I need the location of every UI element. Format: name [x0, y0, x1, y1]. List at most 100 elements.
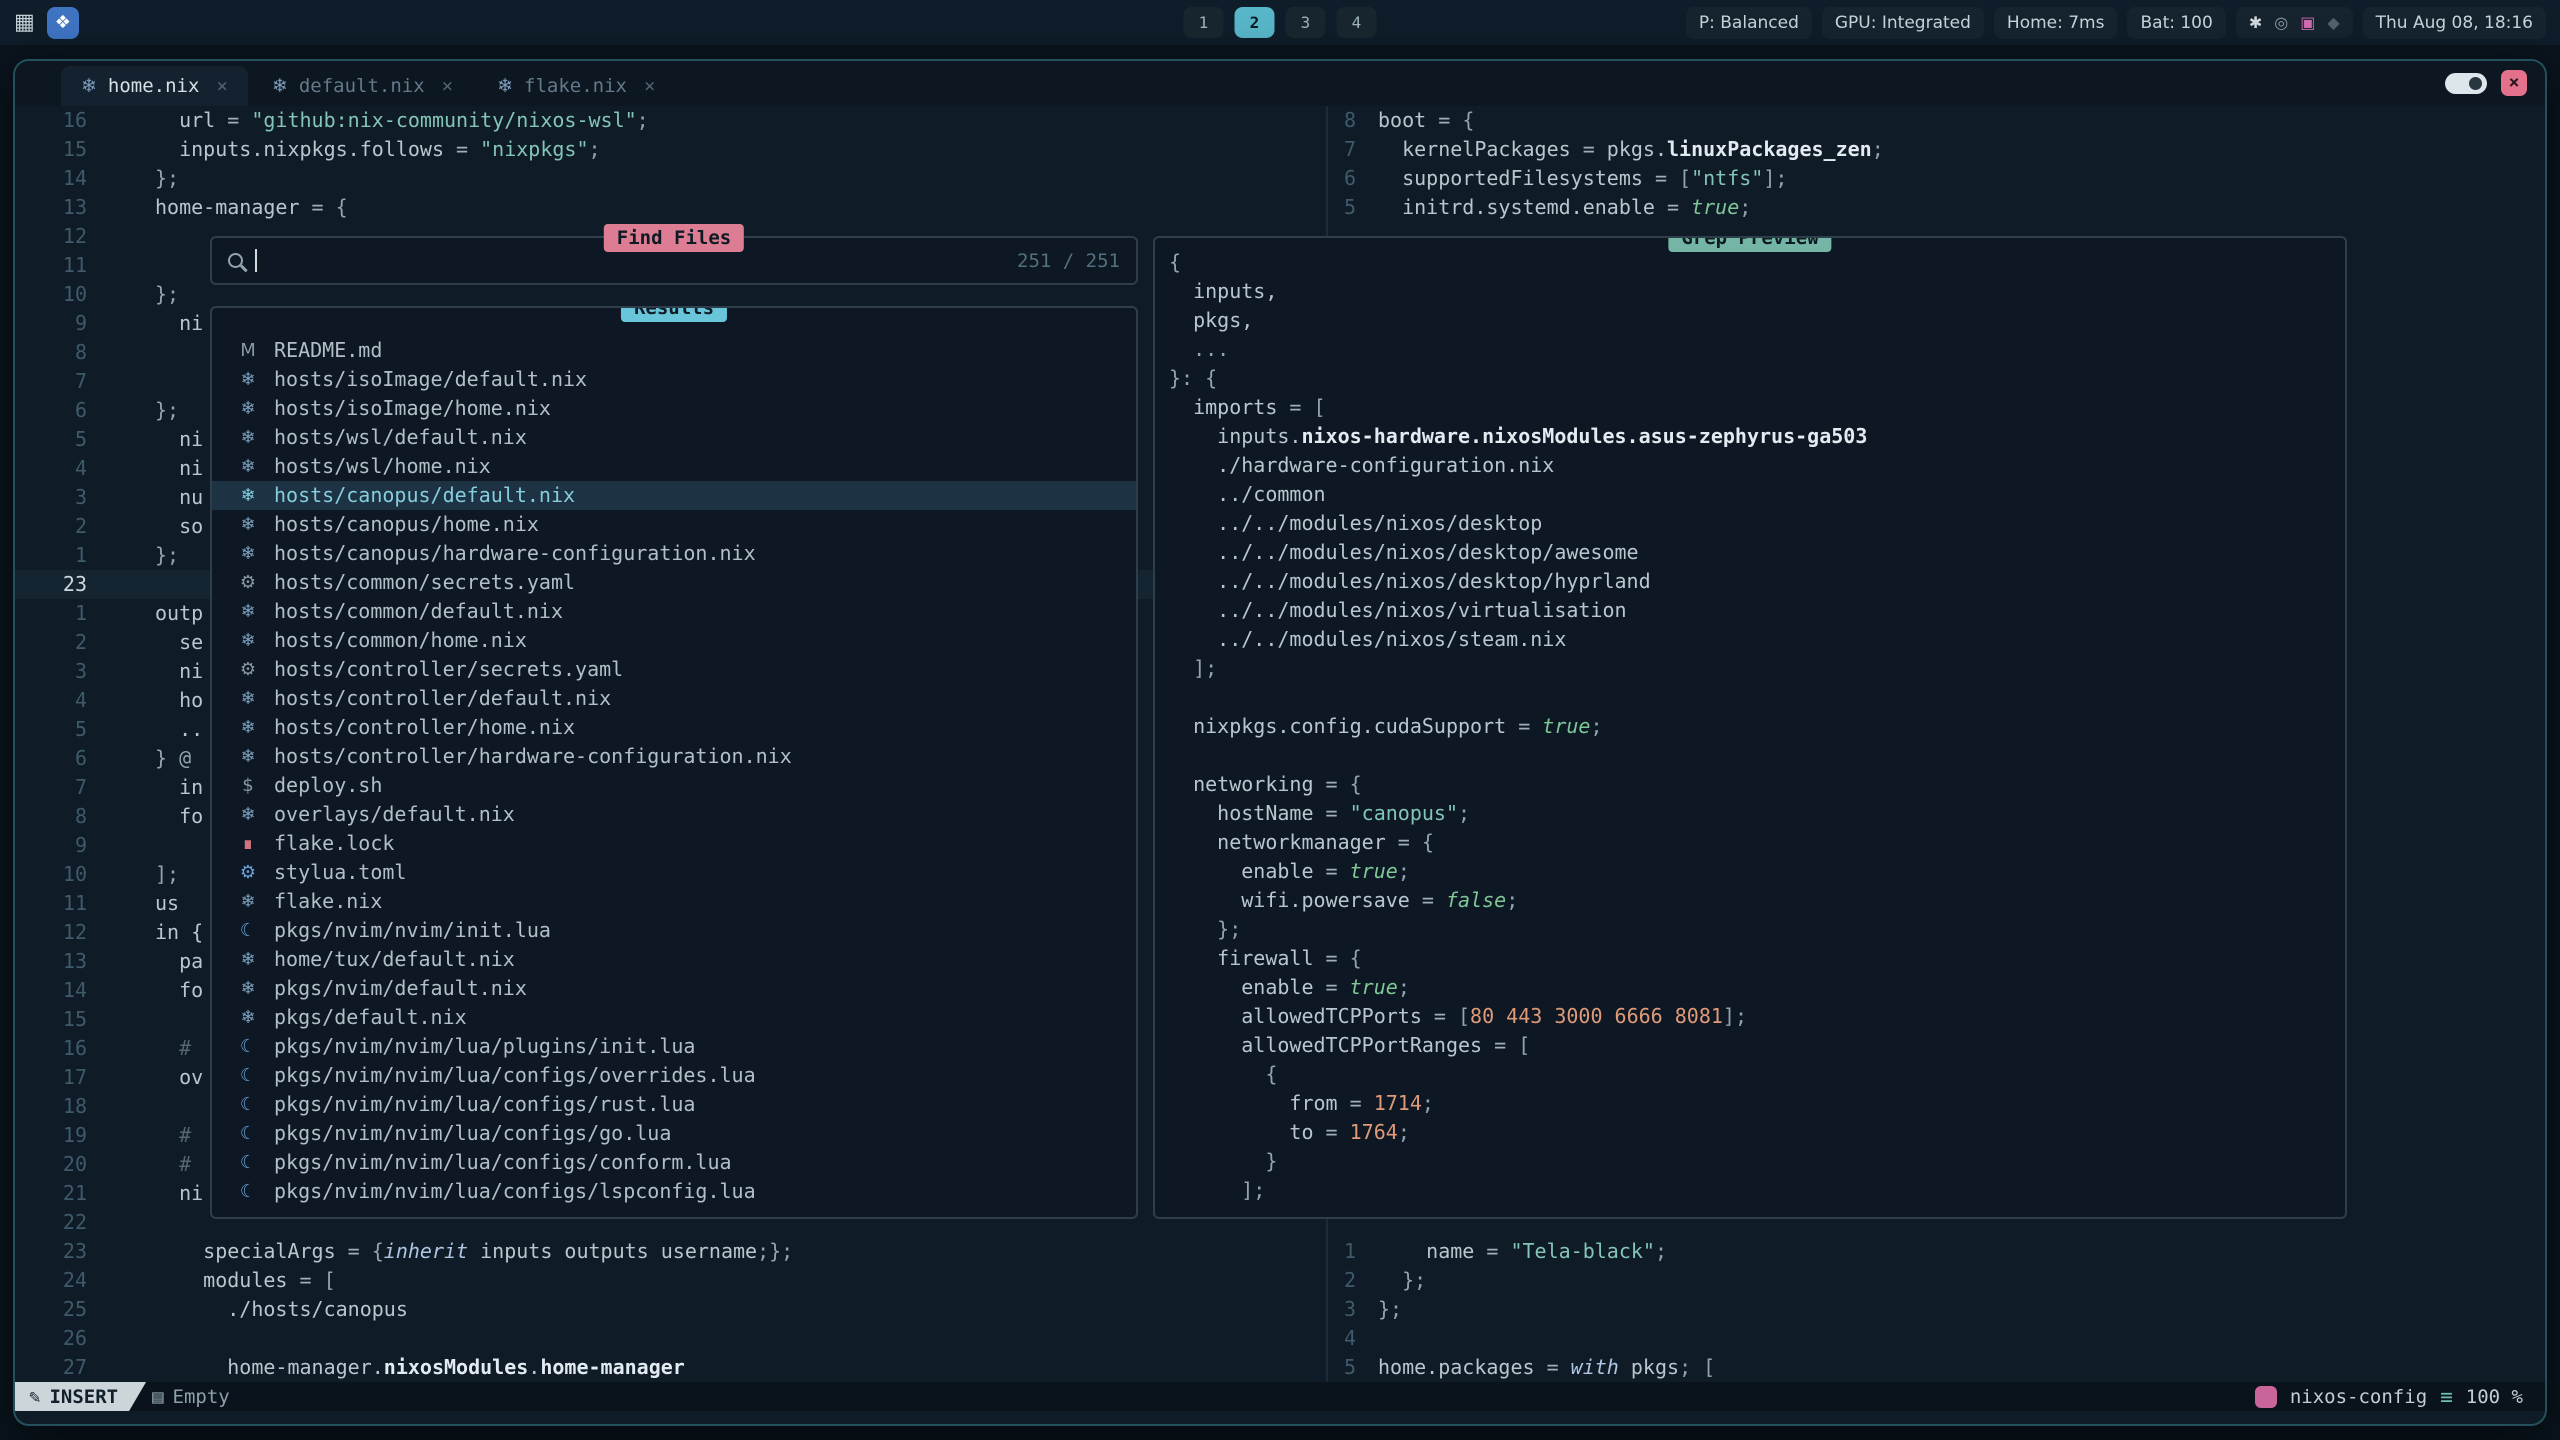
tab-close-icon[interactable]: ×	[644, 75, 655, 97]
result-item[interactable]: ⚙hosts/controller/secrets.yaml	[212, 655, 1136, 684]
yaml-icon: ⚙	[237, 568, 259, 597]
launcher-icon[interactable]: ❖	[47, 7, 79, 39]
workspace-button-3[interactable]: 3	[1286, 7, 1326, 38]
preview-line: }	[1169, 1147, 2345, 1176]
nix-icon: ❄	[237, 945, 259, 974]
result-item[interactable]: ☾pkgs/nvim/nvim/init.lua	[212, 916, 1136, 945]
result-item[interactable]: ❄hosts/canopus/hardware-configuration.ni…	[212, 539, 1136, 568]
power-profile-module[interactable]: P: Balanced	[1686, 7, 1812, 39]
nix-icon: ❄	[237, 597, 259, 626]
wifi-icon[interactable]: ✱	[2249, 13, 2262, 32]
preview-line: networking = {	[1169, 770, 2345, 799]
nix-icon: ❄	[272, 75, 288, 97]
preview-line: nixpkgs.config.cudaSupport = true;	[1169, 712, 2345, 741]
result-item[interactable]: ⚙stylua.toml	[212, 858, 1136, 887]
preview-line: hostName = "canopus";	[1169, 799, 2345, 828]
result-label: flake.nix	[274, 887, 382, 916]
result-label: pkgs/nvim/nvim/lua/configs/overrides.lua	[274, 1061, 756, 1090]
preview-line: {	[1169, 1060, 2345, 1089]
result-item[interactable]: ❄pkgs/nvim/default.nix	[212, 974, 1136, 1003]
result-item[interactable]: ☾pkgs/nvim/nvim/lua/plugins/init.lua	[212, 1032, 1136, 1061]
result-item[interactable]: ❄flake.nix	[212, 887, 1136, 916]
result-item[interactable]: ❄home/tux/default.nix	[212, 945, 1136, 974]
result-item[interactable]: ❄hosts/canopus/home.nix	[212, 510, 1136, 539]
result-item[interactable]: ☾pkgs/nvim/nvim/lua/configs/conform.lua	[212, 1148, 1136, 1177]
preview-line: firewall = {	[1169, 944, 2345, 973]
nix-icon: ❄	[237, 626, 259, 655]
system-tray[interactable]: ✱ ◎ ▣ ◆	[2236, 7, 2353, 38]
preview-line: ...	[1169, 335, 2345, 364]
tab-label: home.nix	[108, 75, 200, 97]
result-item[interactable]: ☾pkgs/nvim/nvim/lua/configs/overrides.lu…	[212, 1061, 1136, 1090]
preview-line: inputs.nixos-hardware.nixosModules.asus-…	[1169, 422, 2345, 451]
code-line: 27 home-manager.nixosModules.home-manage…	[15, 1353, 1326, 1382]
tab-close-icon[interactable]: ×	[216, 75, 227, 97]
main-window: ❄home.nix×❄default.nix×❄flake.nix× × 16 …	[13, 59, 2547, 1426]
result-item[interactable]: ❄hosts/canopus/default.nix	[212, 481, 1136, 510]
code-line: 7 kernelPackages = pkgs.linuxPackages_ze…	[1328, 135, 2545, 164]
home-latency-module[interactable]: Home: 7ms	[1994, 7, 2118, 39]
find-files-popup: Find Files 251 / 251	[210, 236, 1138, 285]
result-item[interactable]: ❄overlays/default.nix	[212, 800, 1136, 829]
nix-icon: ❄	[237, 713, 259, 742]
result-item[interactable]: ❄hosts/controller/hardware-configuration…	[212, 742, 1136, 771]
result-item[interactable]: ❄hosts/controller/home.nix	[212, 713, 1136, 742]
preview-line: }: {	[1169, 364, 2345, 393]
result-item[interactable]: ∎flake.lock	[212, 829, 1136, 858]
workspace-button-4[interactable]: 4	[1337, 7, 1377, 38]
scroll-percent: 100 %	[2466, 1386, 2523, 1408]
mode-label: INSERT	[49, 1386, 118, 1408]
nix-icon: ❄	[237, 742, 259, 771]
result-item[interactable]: $deploy.sh	[212, 771, 1136, 800]
clock-module[interactable]: Thu Aug 08, 18:16	[2363, 7, 2546, 39]
code-line: 2 };	[1328, 1266, 2545, 1295]
battery-module[interactable]: Bat: 100	[2127, 7, 2225, 39]
mode-indicator: ✎ INSERT	[15, 1382, 146, 1411]
tray-app-icon[interactable]: ◆	[2327, 13, 2339, 32]
notifications-icon[interactable]: ◎	[2274, 13, 2288, 32]
result-item[interactable]: ❄hosts/wsl/default.nix	[212, 423, 1136, 452]
workspace-button-2[interactable]: 2	[1235, 7, 1275, 38]
color-app-icon[interactable]: ▣	[2300, 13, 2315, 32]
result-item[interactable]: MREADME.md	[212, 336, 1136, 365]
result-item[interactable]: ❄hosts/isoImage/home.nix	[212, 394, 1136, 423]
result-item[interactable]: ⚙hosts/common/secrets.yaml	[212, 568, 1136, 597]
preview-line: ../../modules/nixos/virtualisation	[1169, 596, 2345, 625]
result-item[interactable]: ❄hosts/common/home.nix	[212, 626, 1136, 655]
markdown-icon: M	[237, 336, 259, 365]
workspace-button-1[interactable]: 1	[1184, 7, 1224, 38]
gpu-module[interactable]: GPU: Integrated	[1822, 7, 1984, 39]
result-item[interactable]: ❄pkgs/default.nix	[212, 1003, 1136, 1032]
result-item[interactable]: ❄hosts/controller/default.nix	[212, 684, 1136, 713]
result-label: hosts/common/default.nix	[274, 597, 563, 626]
window-close-button[interactable]: ×	[2501, 70, 2527, 96]
result-label: hosts/isoImage/default.nix	[274, 365, 587, 394]
result-item[interactable]: ☾pkgs/nvim/nvim/lua/configs/lspconfig.lu…	[212, 1177, 1136, 1206]
tab-home.nix[interactable]: ❄home.nix×	[61, 66, 248, 106]
nix-icon: ❄	[237, 394, 259, 423]
tab-close-icon[interactable]: ×	[442, 75, 453, 97]
result-label: pkgs/nvim/nvim/lua/plugins/init.lua	[274, 1032, 695, 1061]
nix-icon: ❄	[237, 452, 259, 481]
desktop: { "topbar": { "left_icons": ["apps-grid-…	[0, 0, 2560, 1440]
result-item[interactable]: ☾pkgs/nvim/nvim/lua/configs/rust.lua	[212, 1090, 1136, 1119]
preview-line: ];	[1169, 654, 2345, 683]
result-item[interactable]: ❄ hosts/common/default.nix	[212, 597, 1136, 626]
code-line: 26	[15, 1324, 1326, 1353]
result-label: pkgs/nvim/default.nix	[274, 974, 527, 1003]
tab-default.nix[interactable]: ❄default.nix×	[252, 66, 473, 106]
apps-grid-icon[interactable]: ▦	[14, 10, 35, 35]
preview-line: };	[1169, 915, 2345, 944]
result-label: hosts/wsl/home.nix	[274, 452, 491, 481]
code-line: 1 name = "Tela-black";	[1328, 1237, 2545, 1266]
preview-line: allowedTCPPortRanges = [	[1169, 1031, 2345, 1060]
result-item[interactable]: ❄hosts/isoImage/default.nix	[212, 365, 1136, 394]
result-label: pkgs/default.nix	[274, 1003, 467, 1032]
zen-toggle[interactable]	[2445, 73, 2487, 94]
preview-line: allowedTCPPorts = [80 443 3000 6666 8081…	[1169, 1002, 2345, 1031]
search-input[interactable]	[255, 249, 257, 272]
result-item[interactable]: ☾pkgs/nvim/nvim/lua/configs/go.lua	[212, 1119, 1136, 1148]
result-item[interactable]: ❄ hosts/wsl/home.nix	[212, 452, 1136, 481]
tab-flake.nix[interactable]: ❄flake.nix×	[477, 66, 675, 106]
result-label: hosts/canopus/hardware-configuration.nix	[274, 539, 756, 568]
